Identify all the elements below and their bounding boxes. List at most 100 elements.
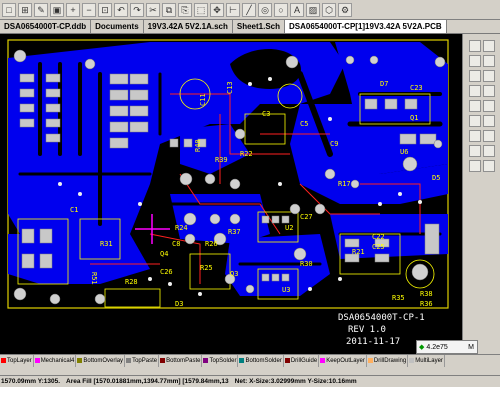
copy-icon[interactable]: ⧉ (162, 2, 176, 17)
layer-tab-4[interactable]: BottomPaste (159, 355, 203, 367)
zoom-in-icon[interactable]: + (66, 2, 80, 17)
layer-top-icon[interactable] (469, 40, 481, 52)
snap-icon[interactable] (483, 55, 495, 67)
drc-icon[interactable] (469, 145, 481, 157)
pad-icon[interactable]: ○ (274, 2, 288, 17)
designator-u2: U2 (285, 224, 293, 232)
layer-tab-5[interactable]: TopSolder (202, 355, 239, 367)
layer-tab-6[interactable]: BottomSolder (238, 355, 284, 367)
zoom-out-icon[interactable]: − (82, 2, 96, 17)
layer-tab-label: BottomSolder (245, 358, 282, 364)
layer-tab-label: Mechanical4 (40, 358, 75, 364)
layer-tab-3[interactable]: TopPaste (125, 355, 160, 367)
layer-color-swatch (203, 357, 209, 363)
layer-tab-10[interactable]: MultiLayer (408, 355, 445, 367)
layer-tab-label: BottomOverlay (83, 358, 124, 364)
text-icon[interactable]: A (290, 2, 304, 17)
net-icon[interactable] (483, 145, 495, 157)
designator-c25: C25 (372, 243, 385, 251)
designator-c23: C23 (410, 84, 423, 92)
fill-icon[interactable] (469, 100, 481, 112)
dimension-icon[interactable] (483, 100, 495, 112)
origin-icon[interactable] (469, 115, 481, 127)
component-icon[interactable] (469, 160, 481, 172)
pcb-board-drawing[interactable]: C11 C13 R40 R22 R39 C3 C5 D7 C23 Q1 C9 R37 C22 C25 R38… (0, 34, 462, 354)
highlight-icon[interactable] (469, 130, 481, 142)
jump-icon[interactable] (483, 115, 495, 127)
board-part-number: DSA0654000T-CP-1 (338, 313, 425, 323)
layer-tab-8[interactable]: KeepOutLayer (319, 355, 367, 367)
designator-r37: R37 (228, 228, 241, 236)
wire-icon[interactable] (483, 70, 495, 82)
designator-c22: C22 (372, 233, 385, 241)
layer-tab-label: KeepOutLayer (326, 358, 365, 364)
polygon-icon[interactable]: ⬡ (322, 2, 336, 17)
designator-d3: D3 (175, 300, 183, 308)
layer-color-swatch (367, 357, 373, 363)
designator-q1: Q1 (410, 114, 418, 122)
zoom-fit-icon[interactable]: ⊡ (98, 2, 112, 17)
cut-icon[interactable]: ✂ (146, 2, 160, 17)
fill-icon[interactable]: ▨ (306, 2, 320, 17)
zoom-icon: ◆ (419, 344, 425, 351)
designator-r17: R17 (338, 180, 351, 188)
route-icon[interactable]: ╱ (242, 2, 256, 17)
zoom-secondary: M (468, 343, 474, 351)
open-icon[interactable]: ⊞ (18, 2, 32, 17)
layer-tab-7[interactable]: DrillGuide (284, 355, 320, 367)
document-tab-1[interactable]: Documents (91, 20, 144, 33)
via-icon[interactable]: ◎ (258, 2, 272, 17)
designator-q4: Q4 (160, 250, 168, 258)
layer-tab-label: BottomPaste (166, 358, 201, 364)
designator-r40: R40 (194, 139, 202, 152)
measure-icon[interactable]: ⊢ (226, 2, 240, 17)
settings-icon[interactable]: ⚙ (338, 2, 352, 17)
designator-c5: C5 (300, 120, 308, 128)
designator-r39: R39 (215, 156, 228, 164)
paste-icon[interactable]: ⎘ (178, 2, 192, 17)
select-icon[interactable]: ⬚ (194, 2, 208, 17)
place-icon[interactable] (469, 70, 481, 82)
move-icon[interactable]: ✥ (210, 2, 224, 17)
layer-tab-label: TopPaste (132, 358, 158, 364)
document-tab-2[interactable]: 19V3.42A 5V2.1A.sch (144, 20, 233, 33)
inspect-icon[interactable] (483, 130, 495, 142)
designator-r51: R51 (90, 272, 98, 285)
board-icon[interactable] (483, 160, 495, 172)
layer-tab-1[interactable]: Mechanical4 (34, 355, 77, 367)
designator-d7: D7 (380, 80, 388, 88)
designator-r24: R24 (175, 224, 188, 232)
layer-tab-0[interactable]: TopLayer (0, 355, 34, 367)
zoom-indicator[interactable]: ◆ 4.2e75 M (416, 340, 478, 354)
grid-icon[interactable] (469, 55, 481, 67)
layer-tabs: TopLayer Mechanical4 BottomOverlay TopPaste… (0, 354, 500, 367)
document-tab-3[interactable]: Sheet1.Sch (233, 20, 286, 33)
new-icon[interactable]: □ (2, 2, 16, 17)
layer-bottom-icon[interactable] (483, 40, 495, 52)
status-area-fill: Area Fill [1570.01881mm,1394.77mm] [1579… (66, 378, 229, 385)
status-bar: 1570.09mm Y:1305. Area Fill [1570.01881m… (0, 375, 500, 387)
document-tab-0[interactable]: DSA0654000T-CP.ddb (0, 20, 92, 33)
save-icon[interactable]: ✎ (34, 2, 48, 17)
designator-r38: R38 (420, 290, 433, 298)
via-icon[interactable] (469, 85, 481, 97)
designator-r31: R31 (100, 240, 113, 248)
layer-color-swatch (77, 357, 83, 363)
designator-d5: D5 (432, 174, 440, 182)
document-tab-4[interactable]: DSA0654000T-CP[1]19V3.42A 5V2A.PCB (285, 20, 447, 33)
print-icon[interactable]: ▣ (50, 2, 64, 17)
layer-tab-2[interactable]: BottomOverlay (76, 355, 126, 367)
layer-tab-9[interactable]: DrillDrawing (367, 355, 409, 367)
status-net: Net: X-Size:3.02999mm Y-Size:10.16mm (234, 378, 357, 385)
status-coordinates: 1570.09mm Y:1305. (1, 378, 61, 385)
arc-icon[interactable] (483, 85, 495, 97)
redo-icon[interactable]: ↷ (130, 2, 144, 17)
designator-r35: R35 (392, 294, 405, 302)
undo-icon[interactable]: ↶ (114, 2, 128, 17)
designator-u6: U6 (400, 148, 408, 156)
pcb-canvas[interactable]: C11 C13 R40 R22 R39 C3 C5 D7 C23 Q1 C9 R37 C22 C25 R38… (0, 34, 462, 354)
designator-r25: R25 (200, 264, 213, 272)
pcb-editor-window: □ ⊞ ✎ ▣ + − ⊡ ↶ ↷ ✂ ⧉ ⎘ ⬚ ✥ ⊢ ╱ ◎ ○ A ▨ ⬡ ⚙ DSA0654000T-CP.dd… (0, 0, 500, 400)
layer-color-swatch (284, 357, 290, 363)
cursor-crosshair (135, 214, 170, 244)
